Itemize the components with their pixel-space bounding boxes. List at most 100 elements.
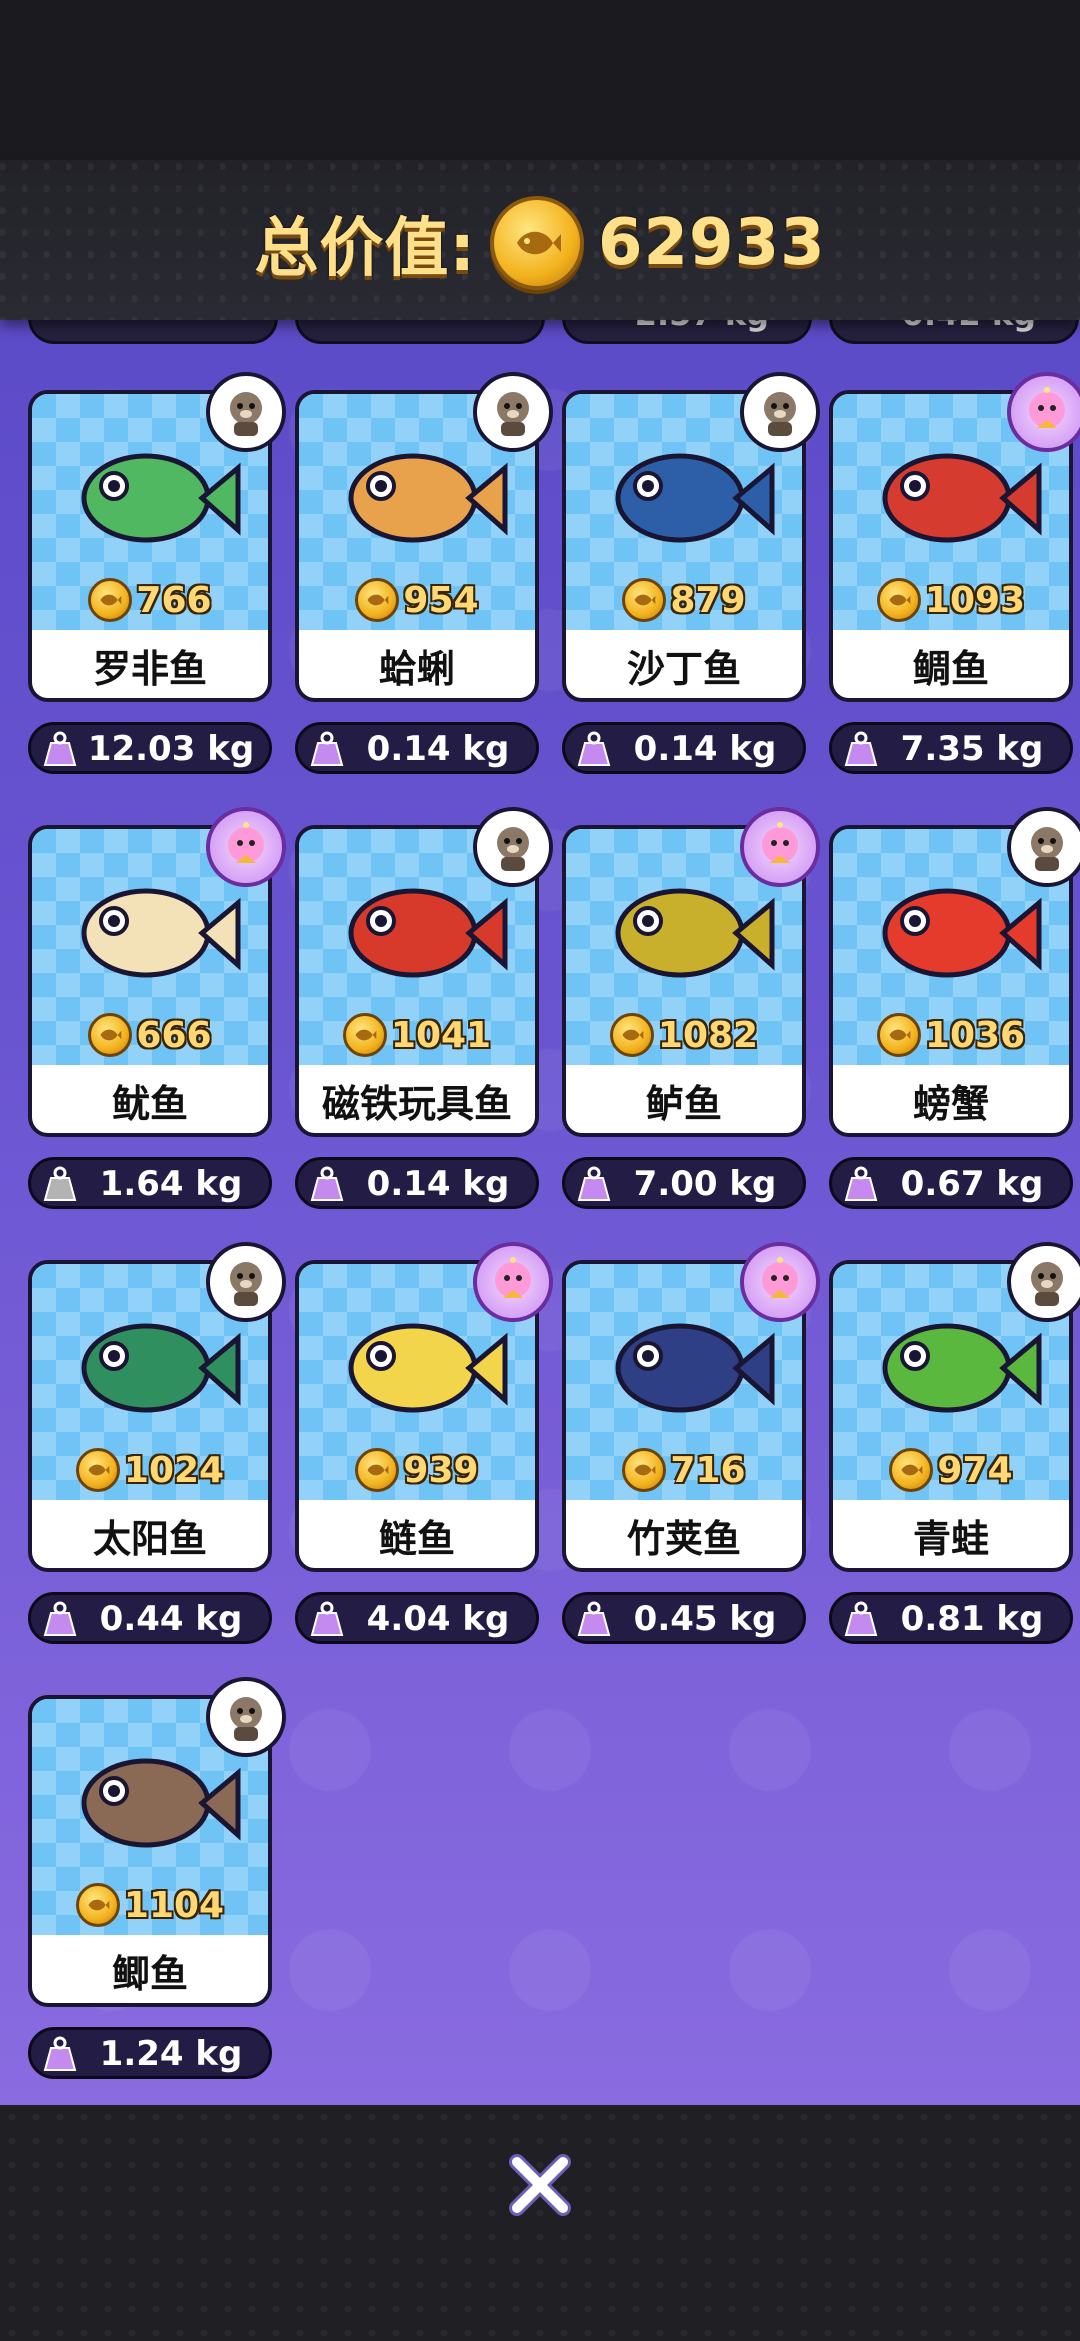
- coin-icon: [609, 1013, 654, 1057]
- fish-icon: [81, 453, 241, 543]
- rarity-badge-icon: [740, 1242, 820, 1322]
- fish-weight-pill: 1.24 kg: [28, 2027, 272, 2079]
- weight-icon: [844, 731, 878, 766]
- fish-price-value: 1082: [657, 1014, 759, 1056]
- coin-icon: [342, 1013, 387, 1057]
- rarity-badge-icon: [206, 1677, 286, 1757]
- fish-weight-value: 12.03 kg: [87, 729, 255, 769]
- coin-icon: [489, 196, 584, 290]
- weight-icon: [43, 731, 77, 766]
- rarity-badge-icon: [473, 1242, 553, 1322]
- total-value-row: 总价值: 62933: [0, 196, 1080, 290]
- fish-price-value: 1093: [924, 579, 1026, 621]
- coin-icon: [75, 1883, 120, 1927]
- previous-row-weights: 2.57 kg 0.42 kg: [0, 320, 1080, 350]
- fish-name: 磁铁玩具鱼: [321, 1081, 512, 1126]
- fish-price-value: 1104: [123, 1884, 225, 1926]
- coin-icon: [622, 1448, 667, 1492]
- rarity-badge-icon: [1007, 1242, 1080, 1322]
- close-button[interactable]: [500, 2145, 580, 2225]
- fish-name: 鲷鱼: [912, 646, 989, 691]
- weight-text: 0.42 kg: [902, 320, 1036, 333]
- fish-name: 青蛙: [912, 1516, 989, 1561]
- weight-pill: [295, 320, 545, 344]
- fish-price-value: 974: [937, 1449, 1013, 1491]
- fish-weight-value: 0.67 kg: [900, 1164, 1044, 1204]
- fish-weight-pill: 0.81 kg: [829, 1592, 1073, 1644]
- fish-icon: [81, 888, 241, 978]
- fish-price: 1093: [833, 576, 1069, 624]
- fish-icon: [615, 1323, 775, 1413]
- fish-weight-value: 0.45 kg: [633, 1599, 777, 1639]
- fish-price: 1041: [299, 1011, 535, 1059]
- rarity-badge-icon: [1007, 372, 1080, 452]
- weight-icon: [844, 1166, 878, 1201]
- fish-name: 螃蟹: [912, 1081, 989, 1126]
- rarity-badge-icon: [740, 372, 820, 452]
- rarity-badge-icon: [206, 807, 286, 887]
- weight-icon: [577, 1601, 611, 1636]
- rarity-badge-icon: [473, 372, 553, 452]
- fish-weight-value: 7.35 kg: [900, 729, 1044, 769]
- coin-icon: [622, 578, 667, 622]
- fish-price: 1024: [32, 1446, 268, 1494]
- fish-icon: [348, 888, 508, 978]
- fish-price: 766: [32, 576, 268, 624]
- fish-weight-value: 0.81 kg: [900, 1599, 1044, 1639]
- fish-name: 罗非鱼: [92, 646, 207, 691]
- fish-price-value: 954: [403, 579, 479, 621]
- fish-name: 太阳鱼: [92, 1516, 207, 1561]
- status-bar-area: [0, 0, 1080, 160]
- fish-icon: [882, 888, 1042, 978]
- fish-weight-pill: 0.67 kg: [829, 1157, 1073, 1209]
- fish-weight-value: 1.64 kg: [99, 1164, 243, 1204]
- fish-icon: [81, 1758, 241, 1848]
- weight-pill: 2.57 kg: [562, 320, 812, 344]
- fish-name: 竹荚鱼: [626, 1516, 741, 1561]
- fish-weight-pill: 1.64 kg: [28, 1157, 272, 1209]
- rarity-badge-icon: [206, 1242, 286, 1322]
- fish-name: 鱿鱼: [111, 1081, 188, 1126]
- coin-icon: [88, 578, 133, 622]
- fish-name: 蛤蜊: [378, 646, 455, 691]
- weight-icon: [310, 1601, 344, 1636]
- rarity-badge-icon: [1007, 807, 1080, 887]
- fish-icon: [348, 1323, 508, 1413]
- fish-weight-pill: 0.14 kg: [562, 722, 806, 774]
- fish-weight-value: 0.14 kg: [633, 729, 777, 769]
- fish-price: 716: [566, 1446, 802, 1494]
- weight-text: 2.57 kg: [635, 320, 769, 333]
- fish-weight-value: 0.44 kg: [99, 1599, 243, 1639]
- fish-icon: [81, 1323, 241, 1413]
- weight-icon: [577, 1166, 611, 1201]
- fish-weight-value: 0.14 kg: [366, 729, 510, 769]
- fish-price-value: 716: [670, 1449, 746, 1491]
- fish-price: 666: [32, 1011, 268, 1059]
- fish-icon: [615, 888, 775, 978]
- fish-price-value: 766: [136, 579, 212, 621]
- fish-price: 974: [833, 1446, 1069, 1494]
- total-value-header: 总价值: 62933: [0, 160, 1080, 320]
- fish-price: 954: [299, 576, 535, 624]
- fish-price: 879: [566, 576, 802, 624]
- footer-bar: [0, 2105, 1080, 2341]
- fish-icon: [615, 453, 775, 543]
- fish-weight-pill: 0.14 kg: [295, 1157, 539, 1209]
- weight-pill: 0.42 kg: [829, 320, 1079, 344]
- fish-price: 939: [299, 1446, 535, 1494]
- fish-weight-pill: 0.45 kg: [562, 1592, 806, 1644]
- coin-icon: [889, 1448, 934, 1492]
- rarity-badge-icon: [473, 807, 553, 887]
- fish-weight-pill: 0.14 kg: [295, 722, 539, 774]
- fish-weight-pill: 7.00 kg: [562, 1157, 806, 1209]
- coin-icon: [355, 578, 400, 622]
- fish-weight-value: 1.24 kg: [99, 2034, 243, 2074]
- fish-inventory-grid[interactable]: 2.57 kg 0.42 kg 766 罗非鱼 12.03 kg 954 蛤蜊 0.14 …: [0, 320, 1080, 2105]
- fish-price-value: 879: [670, 579, 746, 621]
- fish-weight-value: 4.04 kg: [366, 1599, 510, 1639]
- fish-name: 沙丁鱼: [626, 646, 741, 691]
- fish-weight-pill: 4.04 kg: [295, 1592, 539, 1644]
- fish-price: 1036: [833, 1011, 1069, 1059]
- fish-weight-pill: 0.44 kg: [28, 1592, 272, 1644]
- weight-icon: [310, 1166, 344, 1201]
